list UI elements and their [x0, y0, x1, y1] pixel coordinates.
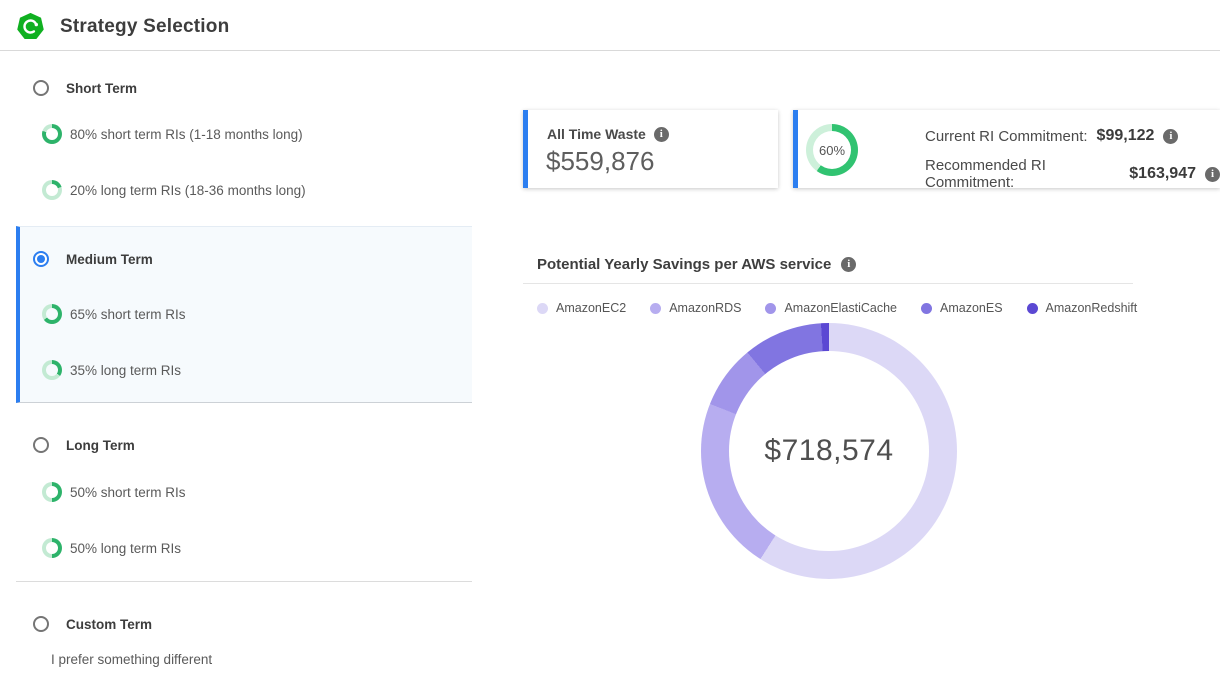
- legend-label: AmazonES: [940, 301, 1003, 315]
- current-ri-commitment-label: Current RI Commitment:: [925, 128, 1088, 145]
- allocation-item: 80% short term RIs (1-18 months long): [42, 122, 303, 146]
- legend-label: AmazonElastiCache: [784, 301, 897, 315]
- chart-divider: [523, 283, 1133, 284]
- legend-dot-icon: [537, 303, 548, 314]
- legend-label: AmazonRDS: [669, 301, 741, 315]
- allocation-ring-icon: [42, 360, 62, 380]
- commitment-gauge-icon: 60%: [806, 124, 858, 176]
- current-ri-commitment-value: $99,122: [1097, 127, 1155, 145]
- allocation-item: 50% short term RIs: [42, 480, 186, 504]
- allocation-item: 35% long term RIs: [42, 358, 181, 382]
- allocation-ring-icon: [42, 482, 62, 502]
- allocation-label: 50% short term RIs: [70, 485, 186, 500]
- strategy-label-medium-term: Medium Term: [66, 252, 153, 267]
- legend-item-amazonrds[interactable]: AmazonRDS: [650, 301, 741, 315]
- legend-dot-icon: [650, 303, 661, 314]
- panel-divider: [16, 581, 472, 582]
- strategy-option-short-term[interactable]: Short Term: [33, 76, 137, 100]
- allocation-ring-icon: [42, 180, 62, 200]
- donut-hole: $718,574: [729, 351, 929, 551]
- strategy-option-long-term[interactable]: Long Term: [33, 433, 135, 457]
- all-time-waste-card: All Time Waste i $559,876: [523, 110, 778, 188]
- all-time-waste-value: $559,876: [546, 146, 654, 177]
- strategy-label-short-term: Short Term: [66, 81, 137, 96]
- donut-total-value: $718,574: [764, 434, 893, 468]
- cloudability-logo-icon: [17, 13, 44, 40]
- legend-label: AmazonEC2: [556, 301, 626, 315]
- allocation-ring-icon: [42, 124, 62, 144]
- info-icon[interactable]: i: [654, 127, 669, 142]
- legend-item-amazonelasticache[interactable]: AmazonElastiCache: [765, 301, 897, 315]
- legend-dot-icon: [1027, 303, 1038, 314]
- strategy-option-medium-term-box[interactable]: Medium Term 65% short term RIs 35% long …: [16, 226, 472, 403]
- recommended-ri-commitment-label: Recommended RI Commitment:: [925, 157, 1120, 191]
- allocation-label: 80% short term RIs (1-18 months long): [70, 127, 303, 142]
- strategy-selection-page: Strategy Selection Short Term 80% short …: [0, 0, 1220, 691]
- info-icon[interactable]: i: [1163, 129, 1178, 144]
- legend-dot-icon: [921, 303, 932, 314]
- strategy-label-long-term: Long Term: [66, 438, 135, 453]
- page-title: Strategy Selection: [60, 16, 229, 38]
- allocation-item: 50% long term RIs: [42, 536, 181, 560]
- allocation-item: 65% short term RIs: [42, 302, 186, 326]
- legend-item-amazonec2[interactable]: AmazonEC2: [537, 301, 626, 315]
- legend-label: AmazonRedshift: [1046, 301, 1138, 315]
- commitment-gauge-value: 60%: [813, 131, 851, 169]
- savings-donut-chart[interactable]: $718,574: [701, 323, 957, 579]
- allocation-item: 20% long term RIs (18-36 months long): [42, 178, 306, 202]
- radio-short-term[interactable]: [33, 80, 49, 96]
- all-time-waste-label: All Time Waste: [547, 126, 646, 142]
- recommended-ri-commitment-value: $163,947: [1129, 165, 1196, 183]
- chart-legend: AmazonEC2 AmazonRDS AmazonElastiCache Am…: [537, 301, 1137, 315]
- page-header: Strategy Selection: [0, 0, 1220, 51]
- custom-term-description: I prefer something different: [51, 652, 212, 667]
- allocation-ring-icon: [42, 304, 62, 324]
- allocation-ring-icon: [42, 538, 62, 558]
- ri-commitment-card: 60% Current RI Commitment: $99,122 i Rec…: [793, 110, 1220, 188]
- strategy-label-custom-term: Custom Term: [66, 617, 152, 632]
- radio-custom-term[interactable]: [33, 616, 49, 632]
- allocation-label: 35% long term RIs: [70, 363, 181, 378]
- legend-item-amazonredshift[interactable]: AmazonRedshift: [1027, 301, 1138, 315]
- chart-title: Potential Yearly Savings per AWS service: [537, 256, 831, 273]
- allocation-label: 65% short term RIs: [70, 307, 186, 322]
- strategy-option-custom-term[interactable]: Custom Term: [33, 612, 152, 636]
- legend-item-amazones[interactable]: AmazonES: [921, 301, 1003, 315]
- radio-long-term[interactable]: [33, 437, 49, 453]
- legend-dot-icon: [765, 303, 776, 314]
- info-icon[interactable]: i: [841, 257, 856, 272]
- allocation-label: 50% long term RIs: [70, 541, 181, 556]
- info-icon[interactable]: i: [1205, 167, 1220, 182]
- strategy-option-medium-term[interactable]: Medium Term: [33, 247, 153, 271]
- radio-medium-term[interactable]: [33, 251, 49, 267]
- allocation-label: 20% long term RIs (18-36 months long): [70, 183, 306, 198]
